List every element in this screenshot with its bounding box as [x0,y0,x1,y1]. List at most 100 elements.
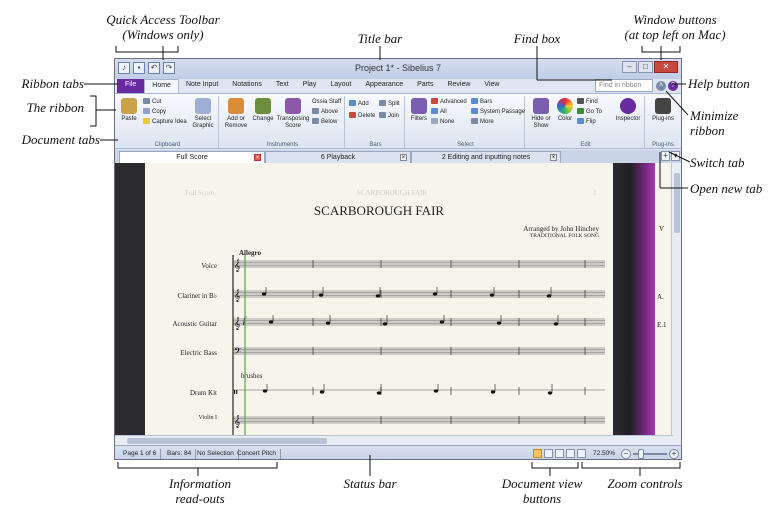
note-head[interactable] [490,390,496,394]
zoom-slider-handle[interactable] [638,449,644,459]
note-head[interactable] [496,321,502,325]
spreads-view-icon[interactable] [533,449,542,458]
select-none-button[interactable]: None [431,118,454,126]
tab-file[interactable]: File [117,79,145,93]
keyboard-view-icon[interactable] [577,449,586,458]
copy-button[interactable]: Copy [143,108,166,116]
note-head[interactable] [546,294,552,298]
plugins-button[interactable]: Plug-ins [651,98,675,123]
filters-button[interactable]: Filters [409,98,429,123]
split-bar-button[interactable]: Split [379,100,400,108]
note-head[interactable] [489,293,495,297]
doc-tab-editing-notes[interactable]: 2 Editing and inputting notes × [411,151,561,163]
join-bar-button[interactable]: Join [379,112,399,120]
minimize-window-button[interactable]: – [622,61,637,73]
zoom-in-icon[interactable]: + [669,449,679,459]
system-passage-label: System Passage [480,109,526,115]
select-bars-button[interactable]: Bars [471,98,492,106]
edit-group-name: Edit [580,142,591,148]
ribbon-group-plugins: Plug-ins Plug-ins [647,96,679,148]
ossia-above-button[interactable]: Above [312,108,338,116]
note-head[interactable] [433,389,439,393]
minimize-ribbon-icon[interactable]: ˄ [656,81,666,91]
note-head[interactable] [375,294,381,298]
horizontal-scroll-thumb[interactable] [127,438,327,444]
find-button[interactable]: Find [577,98,598,106]
doc-tab-playback[interactable]: 6 Playback × [265,151,411,163]
note-head[interactable] [382,322,388,326]
find-in-ribbon-input[interactable]: Find in ribbon [595,79,653,92]
multi-page-view-icon[interactable] [566,449,575,458]
cut-button[interactable]: Cut [143,98,161,106]
vertical-scrollbar[interactable] [671,163,681,445]
select-bars-icon [471,98,478,104]
add-bar-label: Add [358,101,369,107]
flip-button[interactable]: Flip [577,118,596,126]
maximize-window-button[interactable]: □ [638,61,653,73]
transposing-score-button[interactable]: Transposing Score [276,98,310,130]
open-new-tab-button[interactable]: + [661,151,670,161]
paste-button[interactable]: Paste [119,98,139,123]
clef-symbol: 𝄞 [234,317,241,330]
inspector-button[interactable]: Inspector [613,98,643,123]
doc-tab-full-score[interactable]: Full Score × [119,151,265,163]
tab-text[interactable]: Text [269,79,296,93]
note-head[interactable] [319,390,325,394]
select-graphic-label-2: Graphic [192,123,214,129]
score-view[interactable]: Full Score SCARBOROUGH FAIR 1 SCARBOROUG… [115,163,681,445]
binoculars-icon [577,98,584,104]
advanced-filter-button[interactable]: Advanced [431,98,467,106]
color-button[interactable]: Color [555,98,575,123]
tab-parts[interactable]: Parts [410,79,440,93]
help-icon[interactable]: ? [668,81,678,91]
score-page[interactable]: Full Score SCARBOROUGH FAIR 1 SCARBOROUG… [145,163,613,445]
select-more-button[interactable]: More [471,118,494,126]
title-bar: ♪ ▪ ↶ ↷ Project 1* - Sibelius 7 – □ ✕ [115,59,681,79]
note-head[interactable] [318,293,324,297]
note-head[interactable] [439,320,445,324]
tab-view[interactable]: View [477,79,506,93]
callout-document-tabs: Document tabs [21,132,100,147]
tab-review[interactable]: Review [440,79,477,93]
tab-note-input[interactable]: Note Input [179,79,225,93]
single-page-view-icon[interactable] [555,449,564,458]
horizontal-scrollbar[interactable] [115,435,673,445]
page2-label: A. [657,293,664,301]
note-head[interactable] [262,389,268,393]
close-tab-icon[interactable]: × [254,154,261,161]
close-window-button[interactable]: ✕ [654,61,678,73]
select-graphic-button[interactable]: Select Graphic [189,98,217,130]
vertical-scroll-thumb[interactable] [674,173,680,233]
delete-bar-button[interactable]: Delete [349,112,375,120]
zoom-out-icon[interactable]: − [621,449,631,459]
note-head[interactable] [432,292,438,296]
ossia-below-button[interactable]: Below [312,118,337,126]
close-tab-icon[interactable]: × [400,154,407,161]
tab-appearance[interactable]: Appearance [358,79,410,93]
go-to-button[interactable]: Go To [577,108,602,116]
note-head[interactable] [376,391,382,395]
callout-quick-access-toolbar-line2: (Windows only) [122,27,204,42]
add-bar-button[interactable]: Add [349,100,369,108]
capture-idea-button[interactable]: Capture Idea [143,118,187,126]
page2-label: V [659,225,665,233]
select-all-button[interactable]: All [431,108,447,116]
note-head[interactable] [261,292,267,296]
tab-notations[interactable]: Notations [225,79,269,93]
switch-tab-button[interactable]: ▾ [671,151,680,161]
hide-or-show-button[interactable]: Hide or Show [529,98,553,130]
note-head[interactable] [553,322,559,326]
note-head[interactable] [547,391,553,395]
close-tab-icon[interactable]: × [550,154,557,161]
transposing-label-1: Transposing [276,116,310,122]
add-or-remove-button[interactable]: Add or Remove [223,98,249,130]
system-passage-button[interactable]: System Passage [471,108,525,116]
tab-play[interactable]: Play [296,79,324,93]
panorama-view-icon[interactable] [544,449,553,458]
note-head[interactable] [325,321,331,325]
change-instrument-button[interactable]: Change [251,98,275,123]
note-head[interactable] [268,320,274,324]
tab-layout[interactable]: Layout [323,79,358,93]
ribbon-group-edit: Hide or Show Color Find Go To Flip Inspe… [527,96,645,148]
tab-home[interactable]: Home [144,79,179,93]
